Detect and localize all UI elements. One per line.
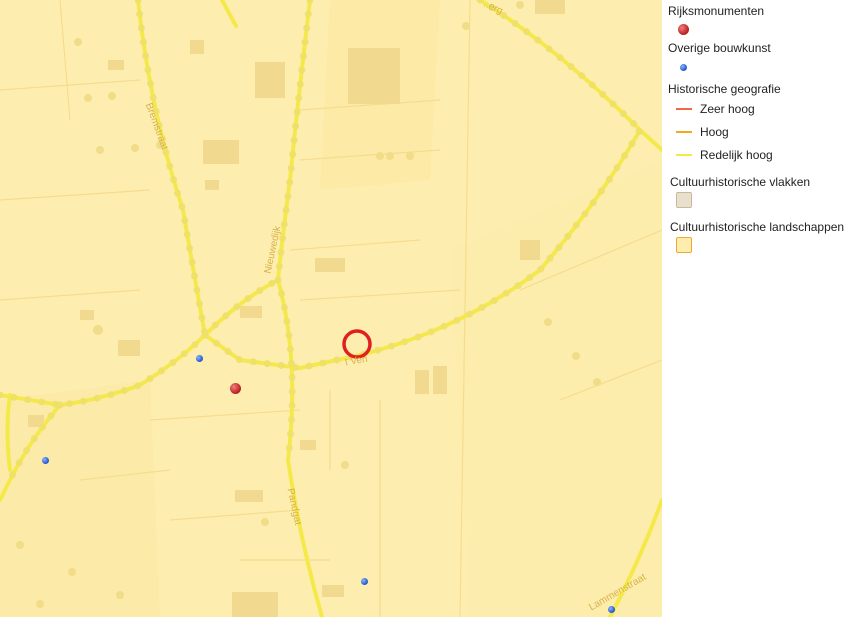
legend-item-redelijk-hoog: Redelijk hoog [676,148,773,162]
legend-item-label: Zeer hoog [700,102,755,116]
bouwkunst-marker[interactable] [42,457,49,464]
line-swatch-icon [676,131,692,133]
rijksmonument-marker[interactable] [230,383,241,394]
map-canvas[interactable]: Bremstraat Nieuwedijk Pandgat t Ven ..er… [0,0,662,617]
area-swatch-icon [676,192,692,208]
legend-item-label: Hoog [700,125,729,139]
legend-rijksmonumenten-title: Rijksmonumenten [668,4,765,18]
line-swatch-icon [676,154,692,156]
rijksmonument-legend-icon [678,24,689,35]
bouwkunst-marker[interactable] [608,606,615,613]
landscape-swatch-icon [676,237,692,253]
legend-item-hoog: Hoog [676,125,729,139]
legend-item-zeer-hoog: Zeer hoog [676,102,755,116]
legend-historische-geografie-title: Historische geografie [668,82,781,96]
bouwkunst-legend-icon [680,64,687,71]
map-layer [0,0,662,617]
bouwkunst-marker[interactable] [196,355,203,362]
legend-item-label: Redelijk hoog [700,148,773,162]
legend-vlakken-title: Cultuurhistorische vlakken [670,175,811,189]
legend-landschappen-title: Cultuurhistorische landschappen [670,220,845,234]
legend-panel: Rijksmonumenten Overige bouwkunst Histor… [662,0,859,617]
bouwkunst-marker[interactable] [361,578,368,585]
line-swatch-icon [676,108,692,110]
legend-overige-bouwkunst-title: Overige bouwkunst [668,41,771,55]
